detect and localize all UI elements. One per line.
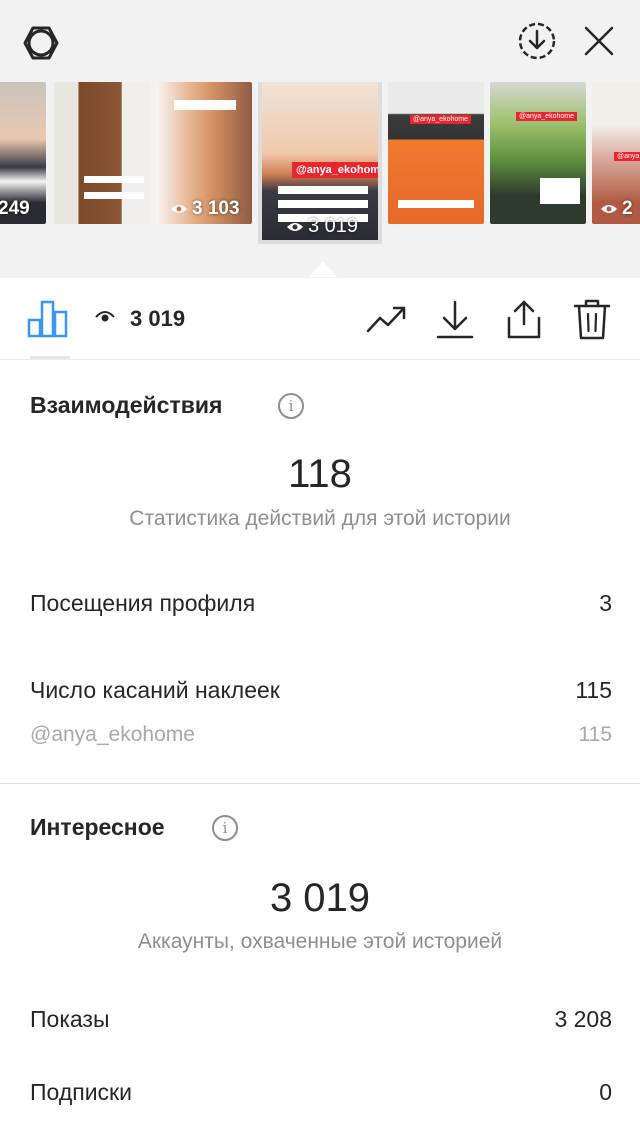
section-divider: [0, 783, 640, 784]
save-story-button[interactable]: [514, 18, 560, 64]
active-story-pointer: [309, 261, 337, 277]
gear-icon: [23, 26, 59, 60]
thumbnail-caption: [398, 200, 474, 208]
thumbnail-views: 3 019: [286, 215, 358, 238]
eye-icon: [287, 222, 303, 231]
thumbnail-caption: [278, 200, 368, 208]
mention-tag: @anya_ekohome: [410, 115, 471, 124]
eye-icon: [601, 205, 617, 213]
thumbnail-caption: [174, 100, 236, 110]
story-action-bar: 3 019: [0, 278, 640, 360]
profile-visits-value: 3: [599, 590, 612, 616]
thumbnail-caption: [540, 178, 580, 204]
trending-up-icon: [366, 306, 406, 333]
top-bar: [0, 0, 640, 82]
story-thumbnail[interactable]: @anya_ekohome: [388, 82, 484, 224]
thumbnail-caption: [84, 176, 144, 183]
mention-tag: @anya_ekohome: [292, 162, 378, 178]
thumbnail-views: 3 103: [170, 198, 240, 220]
story-thumbnail[interactable]: 249: [0, 82, 46, 224]
close-icon: [584, 26, 614, 56]
story-thumbnail-active[interactable]: @anya_ekohome 3 019: [258, 82, 382, 244]
close-button[interactable]: [576, 18, 622, 64]
share-button[interactable]: [503, 298, 545, 340]
promote-button[interactable]: [366, 298, 408, 340]
sticker-taps-value: 115: [575, 677, 612, 703]
follows-label: Подписки: [30, 1079, 132, 1105]
interactions-title: Взаимодействия: [30, 392, 223, 418]
story-thumbnail[interactable]: 3 103: [156, 82, 252, 224]
download-button[interactable]: [434, 298, 476, 340]
thumbnail-views: 249: [0, 198, 30, 219]
eye-icon: [171, 205, 187, 213]
thumbnail-caption: [278, 186, 368, 194]
interactions-total: 118: [288, 452, 352, 496]
discovery-total: 3 019: [269, 876, 371, 920]
thumbnail-caption: [84, 192, 144, 199]
story-thumbnail[interactable]: @anya_ekohome: [490, 82, 586, 224]
download-icon: [436, 300, 474, 339]
impressions-value: 3 208: [554, 1006, 612, 1032]
interactions-caption: Статистика действий для этой истории: [129, 507, 511, 530]
mention-tag: @anya: [614, 152, 640, 161]
mention-tag: @anya_ekohome: [516, 112, 577, 121]
eye-icon: [95, 311, 115, 322]
info-icon[interactable]: i: [212, 815, 238, 841]
download-circle-icon: [518, 22, 556, 60]
story-thumbnail[interactable]: [54, 82, 150, 224]
profile-visits-label: Посещения профиля: [30, 590, 256, 616]
bar-chart-icon: [27, 300, 68, 338]
info-icon[interactable]: i: [278, 393, 304, 419]
trash-icon: [573, 299, 611, 340]
insights-tab[interactable]: [26, 298, 70, 338]
thumbnail-views: 2: [600, 198, 633, 220]
delete-button[interactable]: [571, 298, 613, 340]
story-thumbnail[interactable]: @anya 2: [592, 82, 640, 224]
discovery-title: Интересное: [30, 814, 165, 840]
settings-button[interactable]: [18, 20, 64, 66]
share-icon: [507, 300, 541, 339]
sticker-mention-value: 115: [578, 723, 612, 746]
discovery-caption: Аккаунты, охваченные этой историей: [137, 930, 503, 953]
story-thumbnail-strip[interactable]: 249 3 103 @anya_ekohome 3 019 @anya_ekoh…: [0, 82, 640, 278]
sticker-mention-label: @anya_ekohome: [30, 723, 195, 746]
tab-underline: [30, 356, 70, 359]
impressions-label: Показы: [30, 1006, 110, 1032]
follows-value: 0: [599, 1079, 612, 1105]
reach-count: 3 019: [130, 306, 186, 331]
sticker-taps-label: Число касаний наклеек: [30, 677, 280, 703]
